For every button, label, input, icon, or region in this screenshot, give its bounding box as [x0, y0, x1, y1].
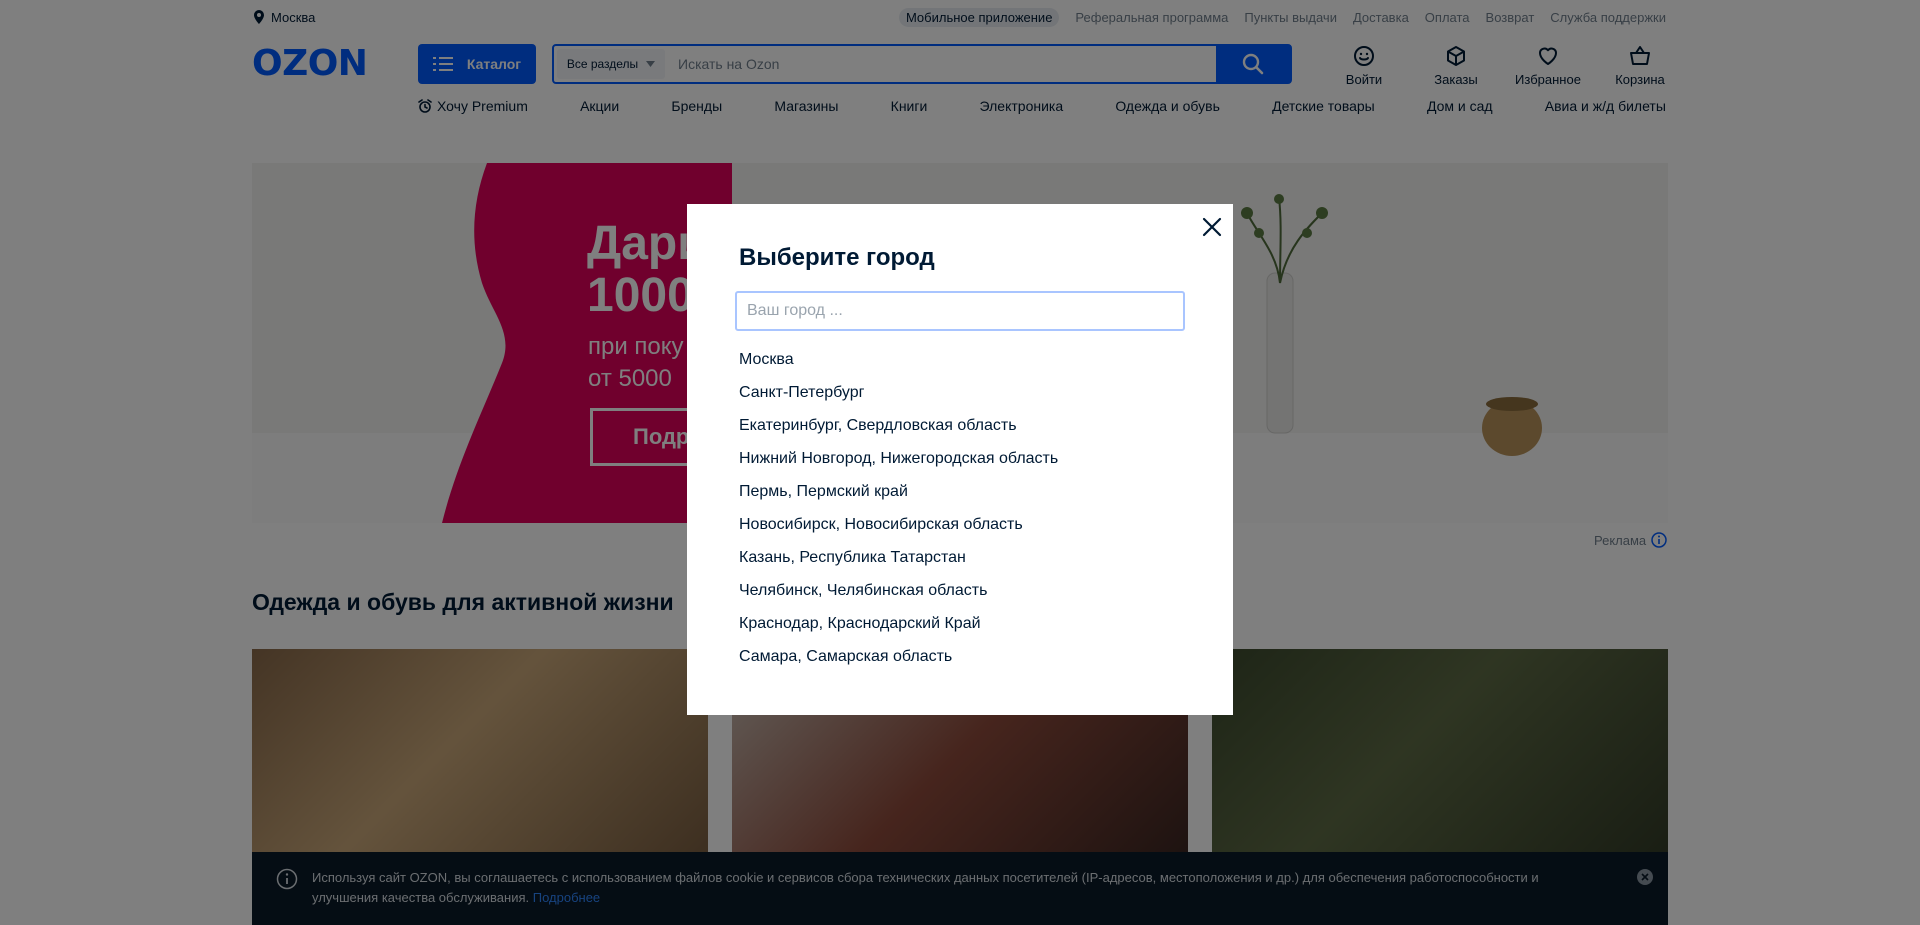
city-option[interactable]: Санкт-Петербург: [739, 384, 1058, 417]
city-option[interactable]: Краснодар, Краснодарский Край: [739, 615, 1058, 648]
city-option[interactable]: Москва: [739, 351, 1058, 384]
city-search-input[interactable]: [735, 291, 1185, 331]
city-select-modal: Выберите город Москва Санкт-Петербург Ек…: [687, 204, 1233, 715]
modal-title: Выберите город: [739, 244, 935, 271]
city-option[interactable]: Челябинск, Челябинская область: [739, 582, 1058, 615]
city-option[interactable]: Новосибирск, Новосибирская область: [739, 516, 1058, 549]
city-option[interactable]: Самара, Самарская область: [739, 648, 1058, 681]
city-option[interactable]: Пермь, Пермский край: [739, 483, 1058, 516]
close-icon[interactable]: [1201, 216, 1223, 238]
city-list: Москва Санкт-Петербург Екатеринбург, Све…: [739, 351, 1058, 681]
city-option[interactable]: Нижний Новгород, Нижегородская область: [739, 450, 1058, 483]
city-option[interactable]: Казань, Республика Татарстан: [739, 549, 1058, 582]
city-option[interactable]: Екатеринбург, Свердловская область: [739, 417, 1058, 450]
